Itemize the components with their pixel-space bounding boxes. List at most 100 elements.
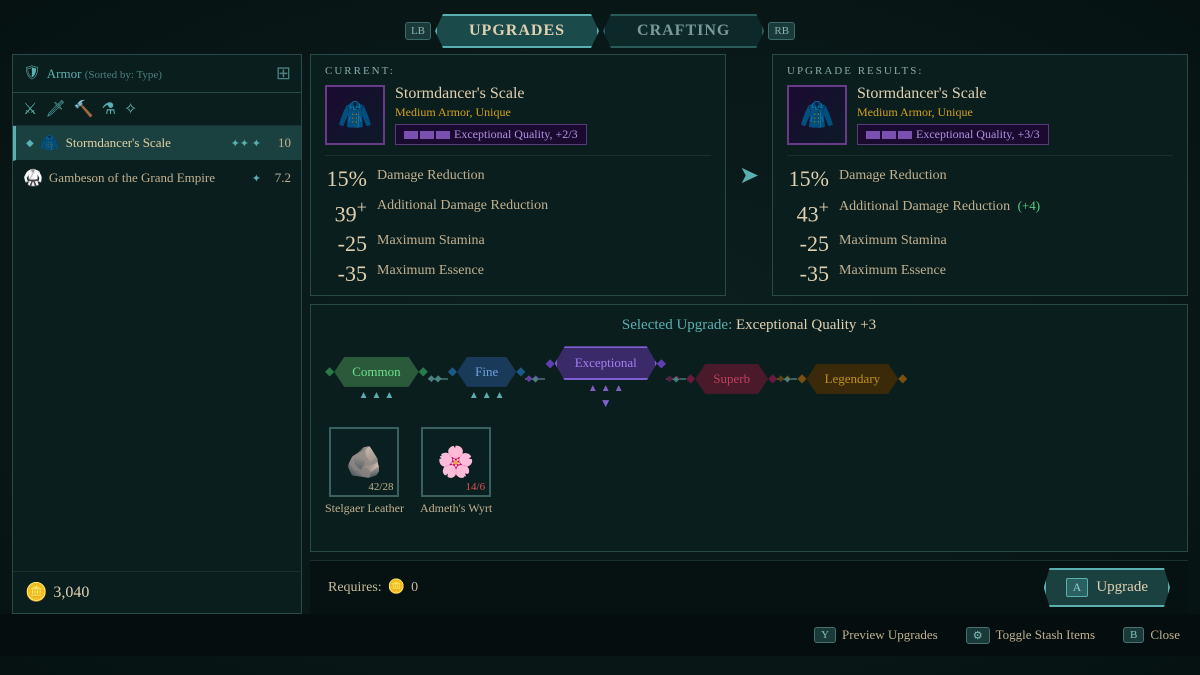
material-count: 42/28	[368, 481, 393, 493]
tier-left-diamond: ◆	[325, 364, 334, 379]
tab-upgrades[interactable]: Upgrades	[435, 14, 599, 48]
upgrade-button[interactable]: A Upgrade	[1044, 568, 1170, 607]
tier-superb: ◆ Superb ◆	[686, 364, 777, 394]
upgrade-item-type: Medium Armor, Unique	[857, 105, 1049, 120]
current-panel: CURRENT: 🧥 Stormdancer's Scale Medium Ar…	[310, 54, 726, 296]
stat-name: Damage Reduction	[839, 168, 947, 185]
tier-button-common[interactable]: Common	[334, 357, 418, 387]
bottom-bar: Requires: 🪙 0 A Upgrade	[310, 560, 1188, 614]
tier-star: ▲	[482, 390, 492, 401]
tier-exceptional: ◆ Exceptional ◆ ▲ ▲ ▲ ▼	[545, 346, 666, 411]
tier-button-exceptional[interactable]: Exceptional	[555, 346, 657, 380]
tier-star: ▲	[601, 383, 611, 394]
item-name: Gambeson of the Grand Empire	[49, 170, 246, 186]
tier-right-diamond: ◆	[419, 364, 428, 379]
sidebar: 🛡 Armor (Sorted by: Type) ⊞ ⚔ 🗡 🔨 ⚗ ✧ ◆	[12, 54, 302, 614]
stat-row: 39+ Additional Damage Reduction	[325, 198, 711, 225]
quality-bar-2	[882, 131, 896, 139]
preview-key: Y	[814, 627, 836, 643]
tier-star: ▲	[588, 383, 598, 394]
stat-name: Maximum Stamina	[377, 233, 485, 250]
tier-button-superb[interactable]: Superb	[695, 364, 768, 394]
tier-star: ▲	[371, 390, 381, 401]
tier-track: ◆ Common ◆ ▲ ▲ ▲ ◆◆	[325, 346, 1173, 411]
upgrade-item-header: 🧥 Stormdancer's Scale Medium Armor, Uniq…	[787, 85, 1173, 156]
tier-legendary: ◆ Legendary ◆	[797, 364, 907, 394]
selected-upgrade-value: Exceptional Quality +3	[736, 317, 876, 333]
tier-star: ▲	[469, 390, 479, 401]
material-box: 🌸 14/6	[421, 427, 491, 497]
filter-icon-5[interactable]: ✧	[124, 99, 137, 119]
tier-connector: ◆◆	[525, 378, 545, 380]
item-stars: ✦✦ ✦	[231, 137, 261, 150]
filter-icon-2[interactable]: 🗡	[45, 99, 65, 119]
tier-connector: ◆◆	[666, 378, 686, 380]
material-count: 14/6	[466, 481, 486, 493]
stat-value: 15%	[325, 168, 367, 190]
material-item: 🌸 14/6 Admeth's Wyrt	[420, 427, 492, 516]
tier-left-diamond: ◆	[545, 356, 554, 371]
stat-value: 15%	[787, 168, 829, 190]
tier-button-legendary[interactable]: Legendary	[807, 364, 899, 394]
current-item-header: 🧥 Stormdancer's Scale Medium Armor, Uniq…	[325, 85, 711, 156]
current-item-title: Stormdancer's Scale	[395, 85, 587, 103]
action-preview: Y Preview Upgrades	[814, 627, 938, 643]
upgrade-section: Selected Upgrade: Exceptional Quality +3…	[310, 304, 1188, 552]
tier-common: ◆ Common ◆ ▲ ▲ ▲	[325, 357, 428, 401]
stat-name: Additional Damage Reduction (+4)	[839, 198, 1040, 216]
item-name: Stormdancer's Scale	[66, 135, 225, 151]
requires-gold-icon: 🪙	[388, 579, 405, 596]
tier-active-indicator: ▼	[600, 396, 612, 411]
filter-icon-3[interactable]: 🔨	[74, 99, 94, 119]
equipment-list: ◆ 🧥 Stormdancer's Scale ✦✦ ✦ 10 🥋 Gambes…	[13, 126, 301, 196]
list-item[interactable]: ◆ 🧥 Stormdancer's Scale ✦✦ ✦ 10	[13, 126, 301, 161]
current-stats: 15% Damage Reduction 39+ Additional Dama…	[325, 168, 711, 285]
stat-name: Additional Damage Reduction	[377, 198, 548, 215]
current-label: CURRENT:	[325, 65, 711, 77]
stat-row: -25 Maximum Stamina	[787, 233, 1173, 255]
quality-bars-up	[866, 131, 912, 139]
tier-left-diamond: ◆	[797, 371, 806, 386]
selected-upgrade-title: Selected Upgrade: Exceptional Quality +3	[325, 317, 1173, 334]
tier-right-diamond: ◆	[657, 356, 666, 371]
filter-icon-4[interactable]: ⚗	[102, 99, 116, 119]
tier-common-stars: ▲ ▲ ▲	[359, 390, 395, 401]
stat-value: 43+	[787, 198, 829, 225]
upgrade-item-title: Stormdancer's Scale	[857, 85, 1049, 103]
tier-star: ▲	[495, 390, 505, 401]
toggle-stash-key: ⚙	[966, 627, 990, 644]
comparison-row: CURRENT: 🧥 Stormdancer's Scale Medium Ar…	[310, 54, 1188, 296]
material-box: 🪨 42/28	[329, 427, 399, 497]
diamond-icon: ◆	[26, 138, 34, 149]
tier-star: ▲	[614, 383, 624, 394]
material-name: Admeth's Wyrt	[420, 501, 492, 516]
stat-value: -35	[325, 263, 367, 285]
tab-crafting[interactable]: Crafting	[603, 14, 764, 48]
quality-bars	[404, 131, 450, 139]
sidebar-header-left: 🛡 Armor (Sorted by: Type)	[23, 65, 162, 82]
current-item-info: Stormdancer's Scale Medium Armor, Unique…	[395, 85, 587, 145]
sidebar-icon-bar: ⚔ 🗡 🔨 ⚗ ✧	[13, 93, 301, 126]
tier-fine: ◆ Fine ◆ ▲ ▲ ▲	[448, 357, 526, 401]
stat-name: Maximum Essence	[839, 263, 946, 280]
upgrade-quality-text: Exceptional Quality, +3/3	[916, 127, 1040, 142]
gold-amount: 3,040	[53, 584, 89, 602]
stat-value: 39+	[325, 198, 367, 225]
gold-display: 🪙 3,040	[13, 571, 301, 613]
item-score: 7.2	[267, 170, 291, 186]
action-close: B Close	[1123, 627, 1180, 643]
filter-icon-1[interactable]: ⚔	[23, 99, 37, 119]
stat-name: Maximum Stamina	[839, 233, 947, 250]
sort-icon[interactable]: ⊞	[276, 63, 291, 84]
quality-bar-2	[420, 131, 434, 139]
list-item[interactable]: 🥋 Gambeson of the Grand Empire ✦ 7.2	[13, 161, 301, 196]
stat-name: Maximum Essence	[377, 263, 484, 280]
upgrade-label: Upgrade	[1096, 579, 1148, 596]
tier-right-diamond: ◆	[898, 371, 907, 386]
tier-button-fine[interactable]: Fine	[457, 357, 516, 387]
upgrade-item-info: Stormdancer's Scale Medium Armor, Unique…	[857, 85, 1049, 145]
upgrade-item-thumbnail: 🧥	[787, 85, 847, 145]
tier-left-diamond: ◆	[448, 364, 457, 379]
upgrade-quality-badge: Exceptional Quality, +3/3	[857, 124, 1049, 145]
main-layout: 🛡 Armor (Sorted by: Type) ⊞ ⚔ 🗡 🔨 ⚗ ✧ ◆	[0, 54, 1200, 614]
